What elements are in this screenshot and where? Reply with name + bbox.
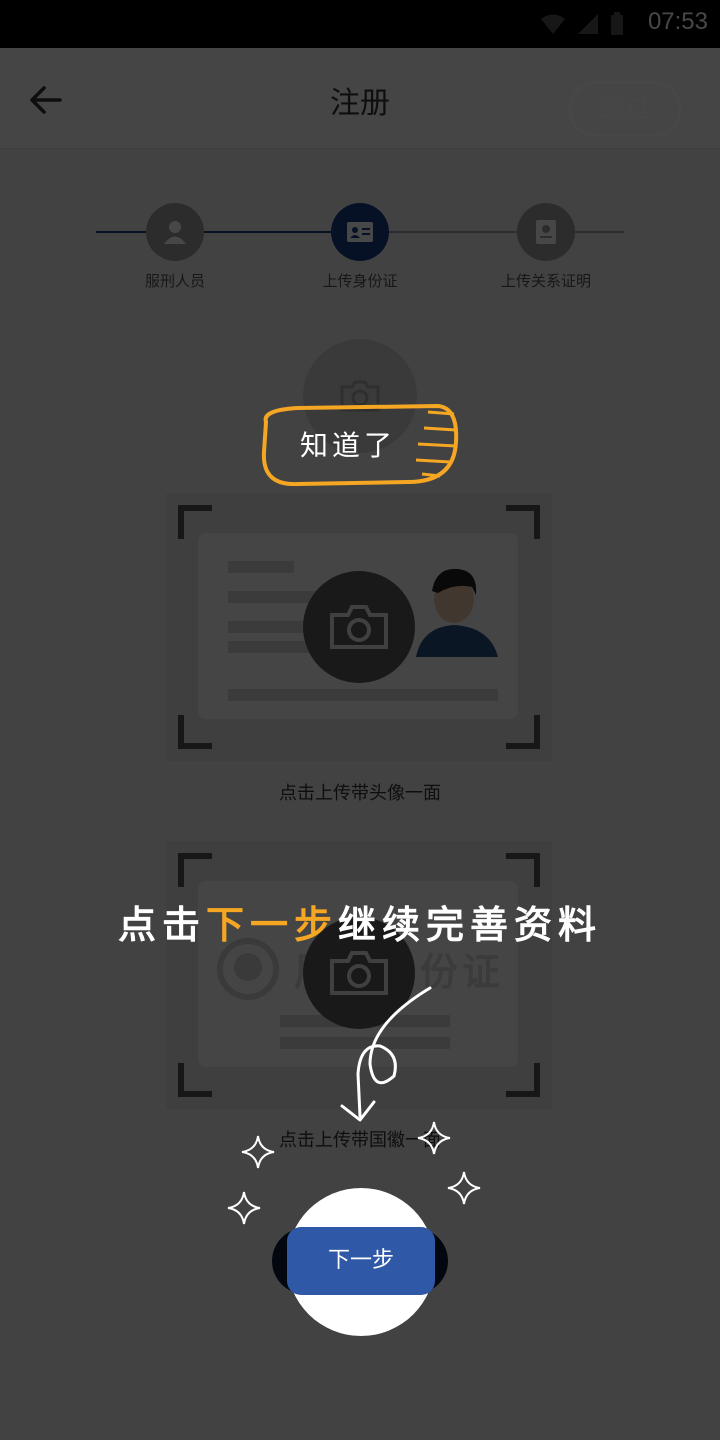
status-icons: [540, 12, 624, 36]
sparkle-icon: [447, 1171, 481, 1205]
sparkle-icon: [417, 1121, 451, 1155]
back-upload-caption: 点击上传带国徽一面: [279, 1130, 441, 1151]
curly-arrow-icon: [340, 986, 432, 1122]
step-line-done: [96, 231, 346, 233]
signal-icon: [578, 14, 598, 34]
tip-highlight: 下一步: [205, 903, 338, 947]
guide-tip-text: 点击下一步继续完善资料: [0, 894, 720, 949]
step-2-label: 上传身份证: [322, 272, 398, 290]
step-line-pending: [374, 231, 624, 233]
app-header: 注册 跳过: [0, 48, 720, 149]
skip-button[interactable]: 跳过: [568, 81, 682, 137]
certificate-icon: [536, 220, 556, 244]
got-it-label: 知道了: [299, 429, 396, 462]
status-bar: 07:53: [0, 0, 720, 48]
battery-icon: [611, 12, 623, 35]
step-3-label: 上传关系证明: [500, 272, 591, 290]
front-camera-button[interactable]: [303, 571, 415, 683]
next-step-button[interactable]: 下一步: [287, 1227, 435, 1295]
camera-icon: [330, 605, 388, 649]
person-icon: [164, 221, 186, 244]
portrait-icon: [416, 568, 498, 657]
step-2-circle: [331, 203, 389, 261]
tip-prefix: 点击: [117, 903, 206, 947]
id-card-icon: [347, 222, 373, 242]
tip-suffix: 继续完善资料: [338, 903, 603, 947]
sparkle-icon: [241, 1135, 275, 1169]
step-3-circle: [517, 203, 575, 261]
step-1-label: 服刑人员: [144, 272, 205, 290]
front-upload-caption: 点击上传带头像一面: [279, 783, 441, 804]
step-1-circle: [146, 203, 204, 261]
status-time: 07:53: [647, 8, 708, 35]
sparkle-icon: [227, 1191, 261, 1225]
wifi-icon: [541, 14, 565, 34]
id-front-upload[interactable]: [166, 493, 552, 761]
